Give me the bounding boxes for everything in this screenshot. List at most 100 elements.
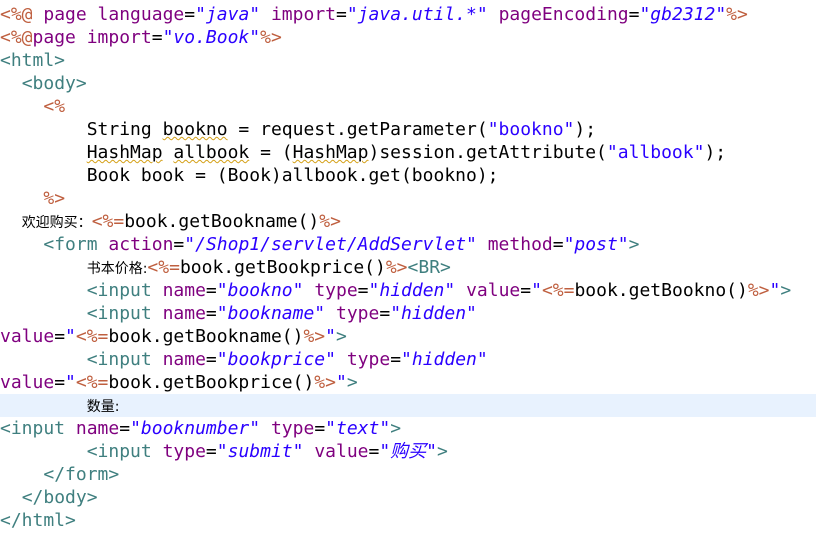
code-token: <input: [86, 303, 163, 324]
code-line[interactable]: value="<%=book.getBookname()%>">: [0, 325, 816, 348]
code-token: <%: [43, 96, 66, 117]
code-token: String: [0, 119, 163, 140]
code-token: "vo.Book": [162, 27, 261, 48]
code-token: >: [780, 280, 792, 301]
code-line[interactable]: </body>: [0, 486, 816, 509]
code-token: language: [97, 4, 185, 25]
code-line[interactable]: <input name="bookno" type="hidden" value…: [0, 279, 816, 302]
code-token: book.getBookno(): [574, 280, 748, 301]
code-token: %>: [319, 211, 341, 232]
code-token: =: [151, 27, 163, 48]
code-token: action: [108, 234, 174, 255]
code-token: =: [205, 303, 217, 324]
code-token: name: [75, 418, 120, 439]
code-token: pageEncoding: [498, 4, 629, 25]
code-token: book.getBookname(): [124, 211, 320, 232]
code-line[interactable]: <input type="submit" value="购买">: [0, 440, 816, 463]
code-token: value: [0, 372, 55, 393]
code-token: =: [119, 418, 131, 439]
code-token: type: [270, 418, 315, 439]
code-token: "hidden": [368, 280, 456, 301]
code-token: <%=: [147, 257, 180, 278]
code-token: value: [314, 441, 369, 462]
code-token: "booknumber": [130, 418, 261, 439]
code-token: >: [346, 372, 358, 393]
code-line[interactable]: <body>: [0, 72, 816, 95]
code-token: =: [54, 326, 66, 347]
code-token: =: [390, 349, 402, 370]
code-line[interactable]: 书本价格:<%=book.getBookprice()%><BR>: [0, 256, 816, 279]
code-token: "/Shop1/servlet/AddServlet": [184, 234, 477, 255]
code-token: ": [65, 326, 76, 347]
code-token: "购买": [379, 441, 438, 462]
code-token: <input: [86, 280, 163, 301]
code-line[interactable]: </form>: [0, 463, 816, 486]
code-token: "bookno": [216, 280, 304, 301]
code-line[interactable]: <%: [0, 95, 816, 118]
code-token: "bookno": [487, 119, 575, 140]
code-line[interactable]: <%@ page language="java" import="java.ut…: [0, 3, 816, 26]
code-line[interactable]: <%@page import="vo.Book"%>: [0, 26, 816, 49]
code-token: "java.util.*": [346, 4, 488, 25]
code-token: "bookname": [216, 303, 326, 324]
code-token: <%=: [541, 280, 575, 301]
code-token: ": [769, 280, 781, 301]
code-line[interactable]: Book book = (Book)allbook.get(bookno);: [0, 164, 816, 187]
code-token: >: [390, 418, 402, 439]
code-line[interactable]: <html>: [0, 49, 816, 72]
code-token: =: [552, 234, 564, 255]
code-token: %>: [385, 257, 408, 278]
code-token: <%@: [0, 4, 44, 25]
code-line[interactable]: HashMap allbook = (HashMap)session.getAt…: [0, 141, 816, 164]
code-token: =: [205, 349, 217, 370]
code-token: method: [487, 234, 553, 255]
code-token: =: [184, 4, 196, 25]
code-line[interactable]: %>: [0, 187, 816, 210]
code-token: =: [54, 372, 66, 393]
code-token: =: [628, 4, 640, 25]
code-token: =: [173, 234, 185, 255]
code-token: bookno: [162, 119, 228, 140]
code-token: <input: [86, 349, 163, 370]
code-editor[interactable]: <%@ page language="java" import="java.ut…: [0, 0, 816, 538]
code-token: =: [205, 441, 217, 462]
code-token: "hidden": [390, 303, 477, 324]
code-line[interactable]: value="<%=book.getBookprice()%>">: [0, 371, 816, 394]
code-line[interactable]: 欢迎购买：<%=book.getBookname()%>: [0, 210, 816, 233]
code-token: <%@: [0, 27, 33, 48]
code-token: =: [368, 441, 380, 462]
code-line-current[interactable]: 数量:: [0, 394, 816, 417]
code-token: "post": [563, 234, 629, 255]
code-line[interactable]: <form action="/Shop1/servlet/AddServlet"…: [0, 233, 816, 256]
code-token: type: [335, 303, 380, 324]
code-token: "text": [325, 418, 391, 439]
code-line[interactable]: <input name="booknumber" type="text">: [0, 417, 816, 440]
code-token: <form: [43, 234, 109, 255]
code-token: >: [437, 441, 448, 462]
code-token: <input: [0, 418, 76, 439]
code-token: "submit": [216, 441, 304, 462]
code-line[interactable]: </html>: [0, 509, 816, 532]
code-token: 数量:: [86, 399, 120, 415]
code-token: =: [357, 280, 369, 301]
code-token: Book book = (Book)allbook.get(bookno);: [0, 165, 499, 186]
code-line[interactable]: <input name="bookname" type="hidden": [0, 302, 816, 325]
code-line[interactable]: <input name="bookprice" type="hidden": [0, 348, 816, 371]
code-token: value: [466, 280, 521, 301]
code-token: <html>: [0, 50, 66, 71]
code-line[interactable]: String bookno = request.getParameter("bo…: [0, 118, 816, 141]
code-token: <body>: [21, 73, 87, 94]
code-token: import: [86, 27, 152, 48]
